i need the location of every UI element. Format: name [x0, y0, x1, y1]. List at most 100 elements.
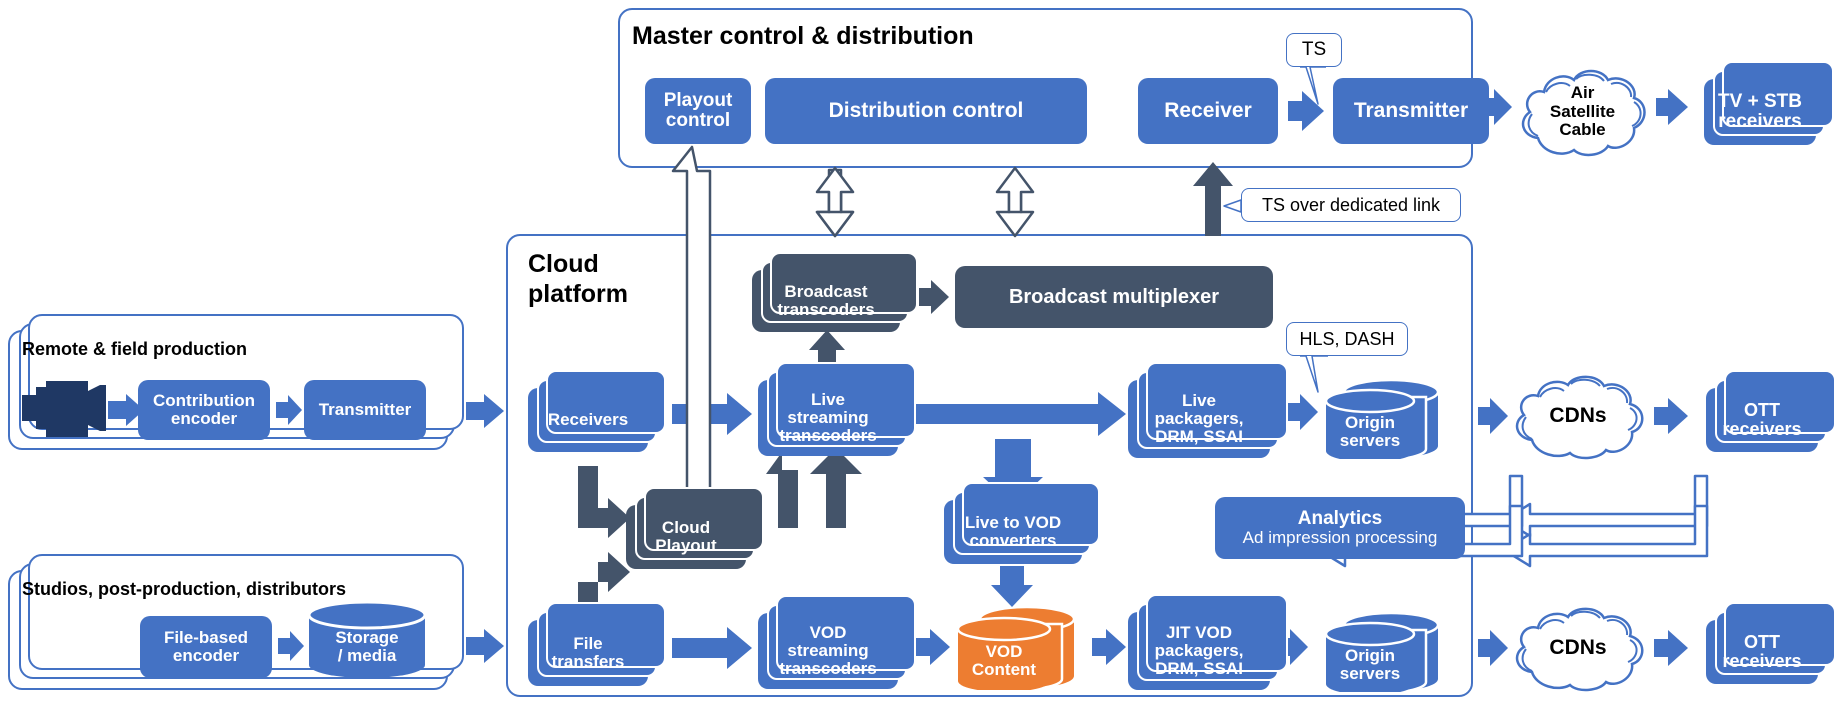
camera-icon [22, 381, 106, 437]
node-analytics-label-2: Ad impression processing [1242, 528, 1438, 548]
node-cdns-vod-label: CDNs [1549, 636, 1607, 659]
node-ott-receivers-vod-label-1: OTT [1744, 632, 1780, 653]
node-live-packagers-label-3: DRM, SSAI [1155, 426, 1243, 446]
node-cdns-live[interactable]: CDNs [1508, 370, 1648, 462]
node-vod-content[interactable]: VOD Content [954, 605, 1090, 692]
node-vod-streaming-transcoders-label-1: VOD [809, 623, 847, 643]
node-ott-receivers-vod[interactable]: OTT receivers [1706, 602, 1835, 684]
node-cloud-playout-label-1: Cloud [661, 518, 711, 538]
node-air-satellite-cable[interactable]: Air Satellite Cable [1516, 62, 1649, 162]
node-live-packagers-label-2: packagers, [1154, 409, 1244, 429]
node-ott-receivers-live-label-1: OTT [1744, 400, 1780, 421]
node-distribution-control[interactable]: Distribution control [765, 78, 1087, 144]
node-air-satellite-cable-label-2: Satellite [1549, 101, 1616, 121]
node-vod-streaming-transcoders-label-2: streaming [787, 641, 869, 661]
node-origin-servers-live-label-2: servers [1339, 431, 1401, 450]
node-file-transfers-label-1: File [573, 634, 603, 654]
node-transmitter-master-control-label: Transmitter [1353, 98, 1469, 122]
node-jit-vod-packagers-label-3: DRM, SSAI [1155, 658, 1243, 678]
node-origin-servers-vod-label-2: servers [1339, 664, 1401, 683]
node-transmitter-remote[interactable]: Transmitter [304, 380, 426, 440]
node-jit-vod-packagers-label-1: JIT VOD [1165, 623, 1233, 643]
node-contribution-encoder-label-1: Contribution [153, 391, 255, 411]
node-ott-receivers-live-label-2: receivers [1722, 419, 1802, 439]
node-cloud-playout[interactable]: Cloud Playout [626, 487, 764, 569]
node-vod-streaming-transcoders-label-3: transcoders [779, 658, 877, 678]
arrow-ts-over-dedicated-link [1193, 162, 1233, 236]
node-playout-control[interactable]: Playout control [645, 78, 751, 144]
node-ott-receivers-live[interactable]: OTT receivers [1706, 370, 1835, 452]
group-cloud-platform-title-line1: Cloud [528, 250, 599, 278]
group-studios-title: Studios, post-production, distributors [22, 579, 346, 599]
node-vod-streaming-transcoders[interactable]: VOD streaming transcoders [758, 595, 916, 689]
node-vod-content-label-2: Content [971, 660, 1037, 679]
node-live-packagers[interactable]: Live packagers, DRM, SSAI [1128, 362, 1288, 458]
diagram-canvas: Master control & distribution Cloud plat… [0, 0, 1835, 711]
node-tv-stb-receivers[interactable]: TV + STB receivers [1704, 61, 1834, 145]
node-broadcast-transcoders[interactable]: Broadcast transcoders [752, 252, 918, 332]
arrow-origin-servers-vod-to-cdns [1478, 630, 1508, 666]
node-origin-servers-vod[interactable]: Origin servers [1318, 611, 1454, 695]
node-live-to-vod-converters-label-1: Live to VOD [964, 513, 1062, 533]
node-broadcast-multiplexer[interactable]: Broadcast multiplexer [955, 266, 1273, 328]
node-live-streaming-transcoders-label-3: transcoders [779, 425, 877, 445]
node-cdns-vod[interactable]: CDNs [1508, 602, 1648, 694]
node-analytics[interactable]: Analytics Ad impression processing [1215, 497, 1465, 559]
arrow-ott-receivers-live-feedback [1502, 474, 1709, 568]
node-receivers-cloud[interactable]: Receivers [528, 370, 666, 452]
node-tv-stb-receivers-label-1: TV + STB [1718, 91, 1802, 113]
node-live-streaming-transcoders[interactable]: Live streaming transcoders [758, 362, 916, 456]
node-receiver-master-control-label: Receiver [1164, 98, 1252, 122]
node-storage-media[interactable]: Storage / media [307, 600, 427, 678]
node-contribution-encoder[interactable]: Contribution encoder [138, 380, 270, 440]
node-receivers-cloud-label: Receivers [547, 410, 629, 430]
callout-hls-dash-label: HLS, DASH [1299, 328, 1395, 349]
node-cloud-playout-label-2: Playout [655, 536, 717, 555]
node-storage-media-label-1: Storage [335, 627, 399, 647]
node-live-to-vod-converters-label-2: converters [969, 531, 1057, 550]
group-remote-field-production-title: Remote & field production [22, 339, 247, 359]
group-master-control-title: Master control & distribution [632, 22, 974, 50]
node-origin-servers-live-label-1: Origin [1344, 412, 1396, 432]
callout-ts: TS [1286, 33, 1342, 67]
callout-hls-dash: HLS, DASH [1286, 322, 1408, 356]
node-transmitter-master-control[interactable]: Transmitter [1333, 78, 1489, 144]
node-ott-receivers-vod-label-2: receivers [1722, 651, 1802, 671]
node-live-packagers-label-1: Live [1181, 391, 1217, 411]
arrow-origin-servers-live-to-cdns [1478, 398, 1508, 434]
node-live-streaming-transcoders-label-2: streaming [787, 408, 869, 428]
node-live-streaming-transcoders-label-1: Live [810, 390, 846, 410]
node-air-satellite-cable-label-3: Cable [1559, 120, 1606, 140]
node-file-transfers[interactable]: File transfers [528, 602, 666, 686]
node-broadcast-multiplexer-label: Broadcast multiplexer [1008, 285, 1220, 308]
arrow-cdns-vod-to-ott-receivers [1654, 630, 1688, 666]
node-storage-media-label-2: / media [337, 646, 397, 665]
node-jit-vod-packagers-label-2: packagers, [1154, 641, 1244, 661]
callout-ts-label: TS [1301, 39, 1327, 60]
node-transmitter-remote-label: Transmitter [318, 400, 412, 420]
node-receiver-master-control[interactable]: Receiver [1138, 78, 1278, 144]
node-air-satellite-cable-label-1: Air [1570, 83, 1595, 103]
arrow-studios-to-file-transfers [466, 629, 504, 663]
callout-ts-over-dedicated-link: TS over dedicated link [1241, 188, 1461, 222]
node-playout-control-label-1: Playout [663, 90, 733, 112]
group-cloud-platform-title-line2: platform [528, 280, 628, 308]
node-playout-control-label-2: control [665, 110, 731, 131]
node-live-to-vod-converters[interactable]: Live to VOD converters [944, 482, 1100, 564]
node-tv-stb-receivers-label-2: receivers [1718, 111, 1802, 132]
arrow-remote-production-to-receivers [466, 394, 504, 428]
node-jit-vod-packagers[interactable]: JIT VOD packagers, DRM, SSAI [1128, 594, 1288, 690]
node-broadcast-transcoders-label-2: transcoders [777, 300, 875, 319]
node-file-based-encoder-label-2: encoder [172, 646, 240, 665]
node-file-based-encoder-label-1: File-based [163, 628, 249, 648]
arrow-cloud-platform-to-master-control-1 [815, 166, 855, 238]
node-analytics-label-1: Analytics [1297, 508, 1383, 530]
node-vod-content-label-1: VOD [985, 641, 1023, 661]
node-origin-servers-live[interactable]: Origin servers [1318, 378, 1454, 462]
callout-ts-over-dedicated-link-label: TS over dedicated link [1261, 194, 1441, 215]
node-file-transfers-label-2: transfers [551, 652, 625, 671]
node-file-based-encoder[interactable]: File-based encoder [140, 616, 272, 678]
node-distribution-control-label: Distribution control [828, 98, 1024, 122]
arrow-cloud-platform-to-master-control-2 [995, 166, 1035, 238]
node-origin-servers-vod-label-1: Origin [1344, 645, 1396, 665]
